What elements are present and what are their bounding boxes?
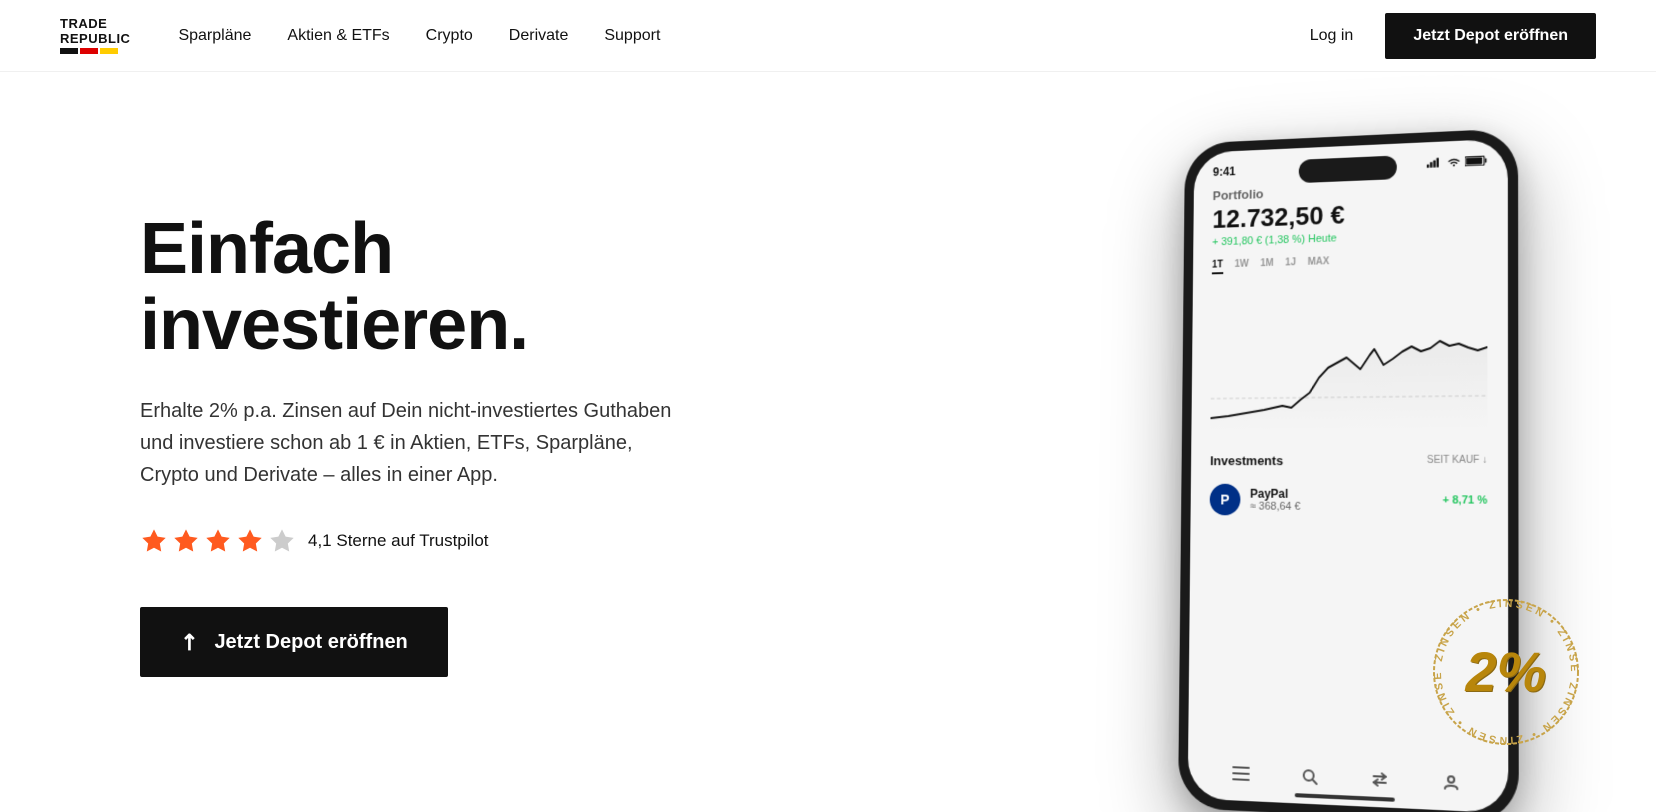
paypal-change: + 8,71 % <box>1443 494 1488 506</box>
time-tabs: 1T 1W 1M 1J MAX <box>1212 251 1487 274</box>
portfolio-chart <box>1210 275 1487 438</box>
search-icon[interactable] <box>1299 765 1321 788</box>
star-5 <box>268 527 296 555</box>
zinsen-badge: ZINSEN • ZINSEN • ZINSEN • ZINSEN • ZINS… <box>1426 592 1586 752</box>
hero-cta-button[interactable]: ↗ Jetzt Depot eröffnen <box>140 607 448 677</box>
hero-cta-label: Jetzt Depot eröffnen <box>214 631 407 654</box>
nav-item-sparplaene[interactable]: Sparpläne <box>178 27 251 45</box>
time-tab-max[interactable]: MAX <box>1308 256 1330 271</box>
stars-label: 4,1 Sterne auf Trustpilot <box>308 531 489 551</box>
chart-svg <box>1210 275 1487 438</box>
phone-content: Portfolio 12.732,50 € + 391,80 € (1,38 %… <box>1190 167 1508 534</box>
nav-item-support[interactable]: Support <box>604 27 660 45</box>
nav-item-derivate[interactable]: Derivate <box>509 27 569 45</box>
menu-icon[interactable] <box>1230 762 1252 785</box>
cta-arrow-icon: ↗ <box>174 626 205 657</box>
zinsen-number: 2% <box>1466 644 1547 700</box>
phone-notch <box>1299 155 1397 183</box>
status-icons <box>1427 155 1488 168</box>
investments-section: Investments SEIT KAUF ↓ P PayPal ≈ 368,6… <box>1210 453 1488 523</box>
profile-icon[interactable] <box>1440 771 1463 795</box>
nav-item-crypto[interactable]: Crypto <box>426 27 473 45</box>
paypal-details: PayPal ≈ 368,64 € <box>1250 487 1433 514</box>
logo-text-line2: REPUBLIC <box>60 32 130 46</box>
hero-right: 9:41 <box>896 152 1596 812</box>
logo-flag <box>60 48 130 54</box>
battery-icon <box>1465 155 1487 166</box>
home-indicator <box>1295 793 1395 802</box>
star-1 <box>140 527 168 555</box>
investments-title: Investments <box>1210 453 1283 468</box>
flag-black <box>60 48 78 54</box>
header-right: Log in Jetzt Depot eröffnen <box>1310 13 1596 59</box>
star-3 <box>204 527 232 555</box>
time-tab-1m[interactable]: 1M <box>1260 258 1273 273</box>
header: TRADE REPUBLIC Sparpläne Aktien & ETFs C… <box>0 0 1656 72</box>
wifi-icon <box>1447 157 1461 168</box>
stars-row: 4,1 Sterne auf Trustpilot <box>140 527 760 555</box>
hero-title: Einfach investieren. <box>140 212 760 363</box>
transfer-icon[interactable] <box>1369 768 1391 792</box>
investment-item-paypal: P PayPal ≈ 368,64 € + 8,71 % <box>1210 478 1488 523</box>
paypal-value: ≈ 368,64 € <box>1250 501 1432 514</box>
star-2 <box>172 527 200 555</box>
login-button[interactable]: Log in <box>1310 27 1354 45</box>
investments-header: Investments SEIT KAUF ↓ <box>1210 453 1487 468</box>
hero-section: Einfach investieren. Erhalte 2% p.a. Zin… <box>0 72 1656 812</box>
phone-bottom-bar <box>1188 760 1508 796</box>
header-left: TRADE REPUBLIC Sparpläne Aktien & ETFs C… <box>60 17 660 54</box>
time-tab-1t[interactable]: 1T <box>1212 260 1223 275</box>
zinsen-circle: ZINSEN • ZINSEN • ZINSEN • ZINSEN • ZINS… <box>1426 592 1586 752</box>
logo[interactable]: TRADE REPUBLIC <box>60 17 130 54</box>
star-4 <box>236 527 264 555</box>
flag-red <box>80 48 98 54</box>
time-tab-1w[interactable]: 1W <box>1234 259 1248 274</box>
star-rating <box>140 527 296 555</box>
nav-item-aktien-etfs[interactable]: Aktien & ETFs <box>287 27 389 45</box>
paypal-logo: P <box>1210 484 1241 516</box>
main-nav: Sparpläne Aktien & ETFs Crypto Derivate … <box>178 27 660 45</box>
seit-kauf-label: SEIT KAUF ↓ <box>1427 455 1488 466</box>
signal-icon <box>1427 157 1443 168</box>
paypal-name: PayPal <box>1250 487 1432 502</box>
phone-time: 9:41 <box>1213 165 1236 179</box>
time-tab-1j[interactable]: 1J <box>1285 257 1296 272</box>
flag-gold <box>100 48 118 54</box>
header-cta-button[interactable]: Jetzt Depot eröffnen <box>1385 13 1596 59</box>
hero-left: Einfach investieren. Erhalte 2% p.a. Zin… <box>140 152 760 677</box>
hero-subtitle: Erhalte 2% p.a. Zinsen auf Dein nicht-in… <box>140 395 680 491</box>
logo-text-line1: TRADE <box>60 17 130 31</box>
